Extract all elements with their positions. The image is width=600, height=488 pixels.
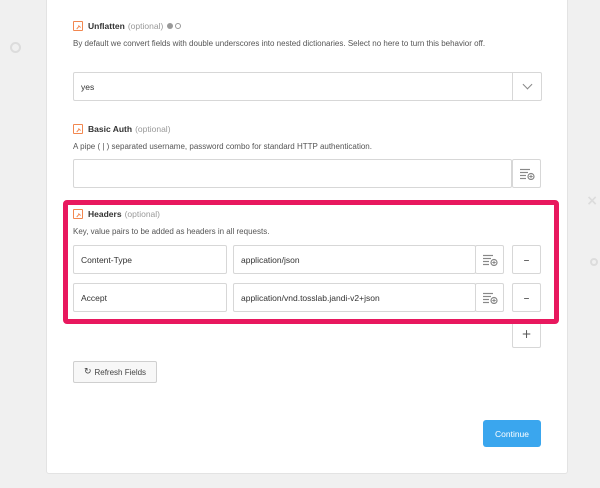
headers-label: Headers	[88, 209, 122, 219]
insert-field-icon	[482, 254, 498, 266]
unflatten-description: By default we convert fields with double…	[73, 39, 486, 48]
basic-auth-header: Basic Auth (optional)	[73, 122, 543, 136]
header-key-input[interactable]: Accept	[73, 283, 227, 312]
optional-tag: (optional)	[127, 21, 164, 31]
headers-field: Headers (optional) Key, value pairs to b…	[73, 207, 543, 239]
insert-field-icon	[482, 292, 498, 304]
optional-tag: (optional)	[124, 209, 160, 219]
boolean-indicator	[167, 23, 183, 29]
optional-tag: (optional)	[135, 124, 171, 134]
background-circle-decoration	[10, 42, 21, 53]
empty-dot-icon	[175, 23, 182, 29]
unflatten-field: Unflatten (optional) By default we conve…	[73, 19, 543, 51]
unflatten-select[interactable]: yes	[73, 72, 542, 101]
insert-field-icon	[519, 168, 535, 180]
add-header-button[interactable]: +	[512, 319, 541, 348]
chevron-down-icon	[522, 79, 532, 90]
basic-auth-input[interactable]	[73, 159, 512, 188]
basic-auth-field: Basic Auth (optional) A pipe ( | ) separ…	[73, 122, 543, 154]
basic-auth-description: A pipe ( | ) separated username, passwor…	[73, 142, 372, 151]
form-panel: Unflatten (optional) By default we conve…	[46, 0, 568, 474]
refresh-fields-label: Refresh Fields	[94, 367, 147, 377]
background-x-decoration: ×	[586, 193, 598, 209]
insert-field-button[interactable]	[475, 283, 504, 312]
dropdown-toggle[interactable]	[512, 73, 541, 100]
headers-header: Headers (optional)	[73, 207, 543, 221]
remove-header-button[interactable]: –	[512, 283, 541, 312]
continue-button[interactable]: Continue	[483, 420, 541, 447]
basic-auth-label: Basic Auth	[88, 124, 133, 134]
header-value-input[interactable]: application/vnd.tosslab.jandi-v2+json	[233, 283, 476, 312]
header-key-input[interactable]: Content-Type	[73, 245, 227, 274]
background-dot-decoration	[590, 258, 598, 266]
insert-field-button[interactable]	[512, 159, 541, 188]
headers-description: Key, value pairs to be added as headers …	[73, 227, 270, 236]
field-type-icon	[73, 124, 83, 134]
refresh-icon: ↻	[83, 367, 92, 377]
field-type-icon	[73, 21, 83, 31]
unflatten-label: Unflatten	[88, 21, 125, 31]
unflatten-header: Unflatten (optional)	[73, 19, 543, 33]
remove-header-button[interactable]: –	[512, 245, 541, 274]
refresh-fields-button[interactable]: ↻ Refresh Fields	[73, 361, 157, 383]
insert-field-button[interactable]	[475, 245, 504, 274]
header-value-input[interactable]: application/json	[233, 245, 476, 274]
field-type-icon	[73, 209, 83, 219]
filled-dot-icon	[167, 23, 174, 29]
unflatten-selected-value: yes	[81, 81, 95, 92]
